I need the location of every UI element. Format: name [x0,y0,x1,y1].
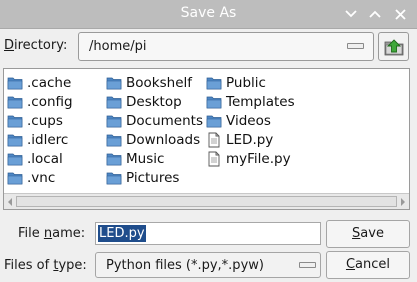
folder-item[interactable]: Pictures [106,168,179,187]
folder-item[interactable]: Desktop [106,92,182,111]
folder-item[interactable]: Downloads [106,130,200,149]
item-name: Desktop [126,93,182,110]
folder-icon [206,75,222,91]
item-name: Music [126,150,165,167]
chevron-down-icon [345,10,357,18]
file-name-label: File name: [18,226,86,241]
folder-icon [106,94,122,110]
folder-icon [106,151,122,167]
dropdown-handle-icon [299,262,316,268]
folder-icon [7,113,23,129]
folder-item[interactable]: Templates [206,92,295,111]
item-name: myFile.py [226,150,291,167]
chevron-up-icon [369,10,381,18]
directory-value: /home/pi [89,39,147,54]
file-item[interactable]: myFile.py [206,149,291,168]
folder-item[interactable]: .cups [7,111,63,130]
maximize-button[interactable] [365,4,385,24]
item-name: .cache [27,74,72,91]
close-icon [394,8,406,20]
cancel-button[interactable]: Cancel [326,251,410,279]
close-button[interactable] [390,4,410,24]
item-name: Documents [126,112,203,129]
item-name: LED.py [226,131,274,148]
item-name: .local [27,150,63,167]
folder-icon [7,75,23,91]
up-directory-button[interactable] [378,32,409,61]
folder-item[interactable]: Public [206,73,266,92]
folder-item[interactable]: Music [106,149,164,168]
folder-item[interactable]: .vnc [7,168,55,187]
item-name: .vnc [27,169,56,186]
file-type-label: Files of type: [4,258,87,273]
file-type-value: Python files (*.py,*.pyw) [106,258,264,273]
item-name: .config [27,93,73,110]
folder-icon [106,132,122,148]
folder-item[interactable]: .cache [7,73,71,92]
item-name: Bookshelf [126,74,192,91]
file-name-input[interactable]: LED.py [95,222,321,245]
folder-icon [7,94,23,110]
item-name: Templates [226,93,295,110]
file-item[interactable]: LED.py [206,130,273,149]
scrollbar-thumb[interactable] [16,196,397,207]
item-name: Videos [226,112,271,129]
file-name-value: LED.py [98,225,146,242]
folder-icon [7,170,23,186]
folder-item[interactable]: .idlerc [7,130,68,149]
folder-item[interactable]: Documents [106,111,203,130]
item-name: .idlerc [27,131,69,148]
dropdown-handle-icon [347,43,364,49]
file-list[interactable]: .cache .config .cups .idlerc .local .vnc Books… [3,68,410,210]
scroll-left-icon[interactable] [4,194,16,209]
file-icon [206,151,222,167]
folder-icon [7,132,23,148]
minimize-button[interactable] [341,4,361,24]
folder-up-icon [384,38,403,55]
folder-item[interactable]: .local [7,149,63,168]
folder-item[interactable]: Videos [206,111,271,130]
folder-item[interactable]: .config [7,92,73,111]
horizontal-scrollbar[interactable] [4,193,409,209]
item-name: Downloads [126,131,201,148]
file-icon [206,132,222,148]
directory-combobox[interactable]: /home/pi [78,32,374,61]
folder-icon [206,94,222,110]
folder-icon [106,113,122,129]
item-name: Public [226,74,266,91]
folder-icon [106,170,122,186]
folder-icon [206,113,222,129]
title-bar: Save As [0,0,417,29]
item-name: .cups [27,112,63,129]
file-type-combobox[interactable]: Python files (*.py,*.pyw) [95,252,321,278]
folder-icon [7,151,23,167]
save-button[interactable]: Save [326,220,410,248]
item-name: Pictures [126,169,180,186]
scroll-right-icon[interactable] [397,194,409,209]
folder-icon [106,75,122,91]
directory-label: Directory: [4,38,68,53]
folder-item[interactable]: Bookshelf [106,73,192,92]
